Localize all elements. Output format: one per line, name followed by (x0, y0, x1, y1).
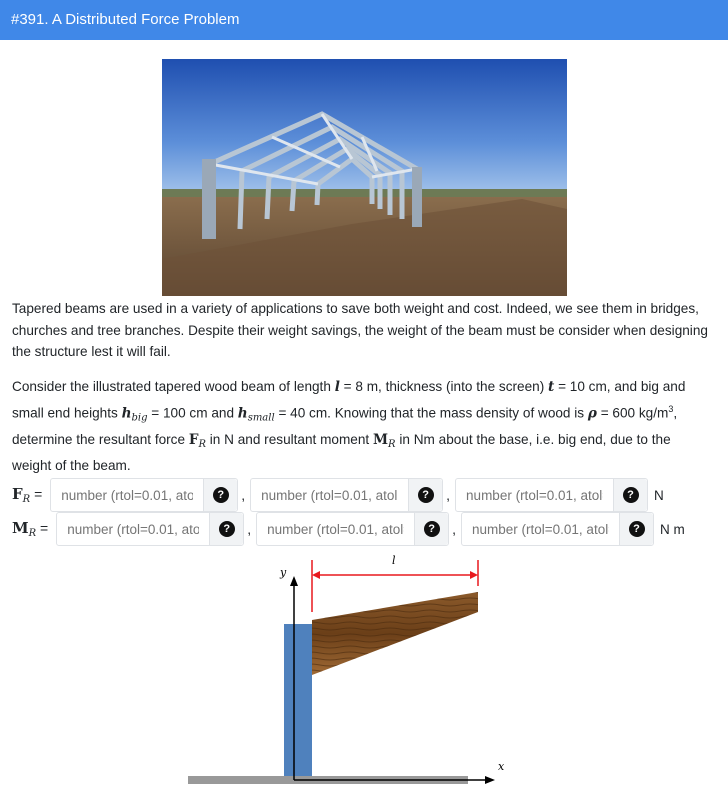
y-axis-arrowhead (290, 576, 298, 586)
height-big-variable: h (121, 405, 132, 422)
y-axis-label: y (279, 566, 287, 579)
force-z-input-group: ? (455, 478, 649, 512)
moment-y-input-group: ? (256, 512, 450, 546)
help-icon: ? (417, 487, 434, 503)
length-label: l (392, 554, 396, 567)
help-icon: ? (423, 521, 440, 537)
height-small-variable: h (237, 405, 248, 422)
help-icon: ? (628, 521, 645, 537)
force-z-input[interactable] (456, 479, 614, 511)
resultant-moment-variable: M (372, 431, 389, 448)
moment-y-help-button[interactable]: ? (414, 513, 449, 545)
help-icon: ? (212, 487, 229, 503)
moment-z-help-button[interactable]: ? (619, 513, 653, 545)
force-y-help-button[interactable]: ? (408, 479, 443, 511)
moment-answer-row: MR = ? , ? , ? N m (12, 512, 685, 546)
help-icon: ? (218, 521, 235, 537)
intro-paragraph: Tapered beams are used in a variety of a… (12, 301, 708, 359)
x-axis-label: x (498, 760, 505, 773)
tapered-beam-structure-photo (162, 59, 567, 296)
force-y-input[interactable] (251, 479, 409, 511)
help-icon: ? (622, 487, 639, 503)
force-x-help-button[interactable]: ? (203, 479, 238, 511)
force-x-input[interactable] (51, 479, 204, 511)
moment-z-input-group: ? (461, 512, 654, 546)
moment-z-input[interactable] (462, 513, 619, 545)
force-x-input-group: ? (50, 478, 239, 512)
wall (284, 624, 312, 776)
problem-title: #391. A Distributed Force Problem (11, 11, 240, 28)
problem-header: #391. A Distributed Force Problem (0, 0, 728, 40)
force-label: FR = (12, 485, 43, 505)
moment-label: MR = (12, 519, 49, 539)
force-answer-row: FR = ? , ? , ? N (12, 478, 664, 512)
force-z-help-button[interactable]: ? (613, 479, 648, 511)
density-variable: ρ (587, 405, 597, 422)
moment-y-input[interactable] (257, 513, 415, 545)
moment-x-input-group: ? (56, 512, 245, 546)
tapered-beam-diagram: y x l (180, 548, 510, 798)
force-y-input-group: ? (250, 478, 444, 512)
force-unit: N (654, 487, 664, 503)
moment-x-help-button[interactable]: ? (209, 513, 244, 545)
problem-statement: Consider the illustrated tapered wood be… (12, 379, 686, 474)
moment-unit: N m (660, 521, 685, 537)
moment-x-input[interactable] (57, 513, 210, 545)
x-axis-arrowhead (485, 776, 495, 784)
